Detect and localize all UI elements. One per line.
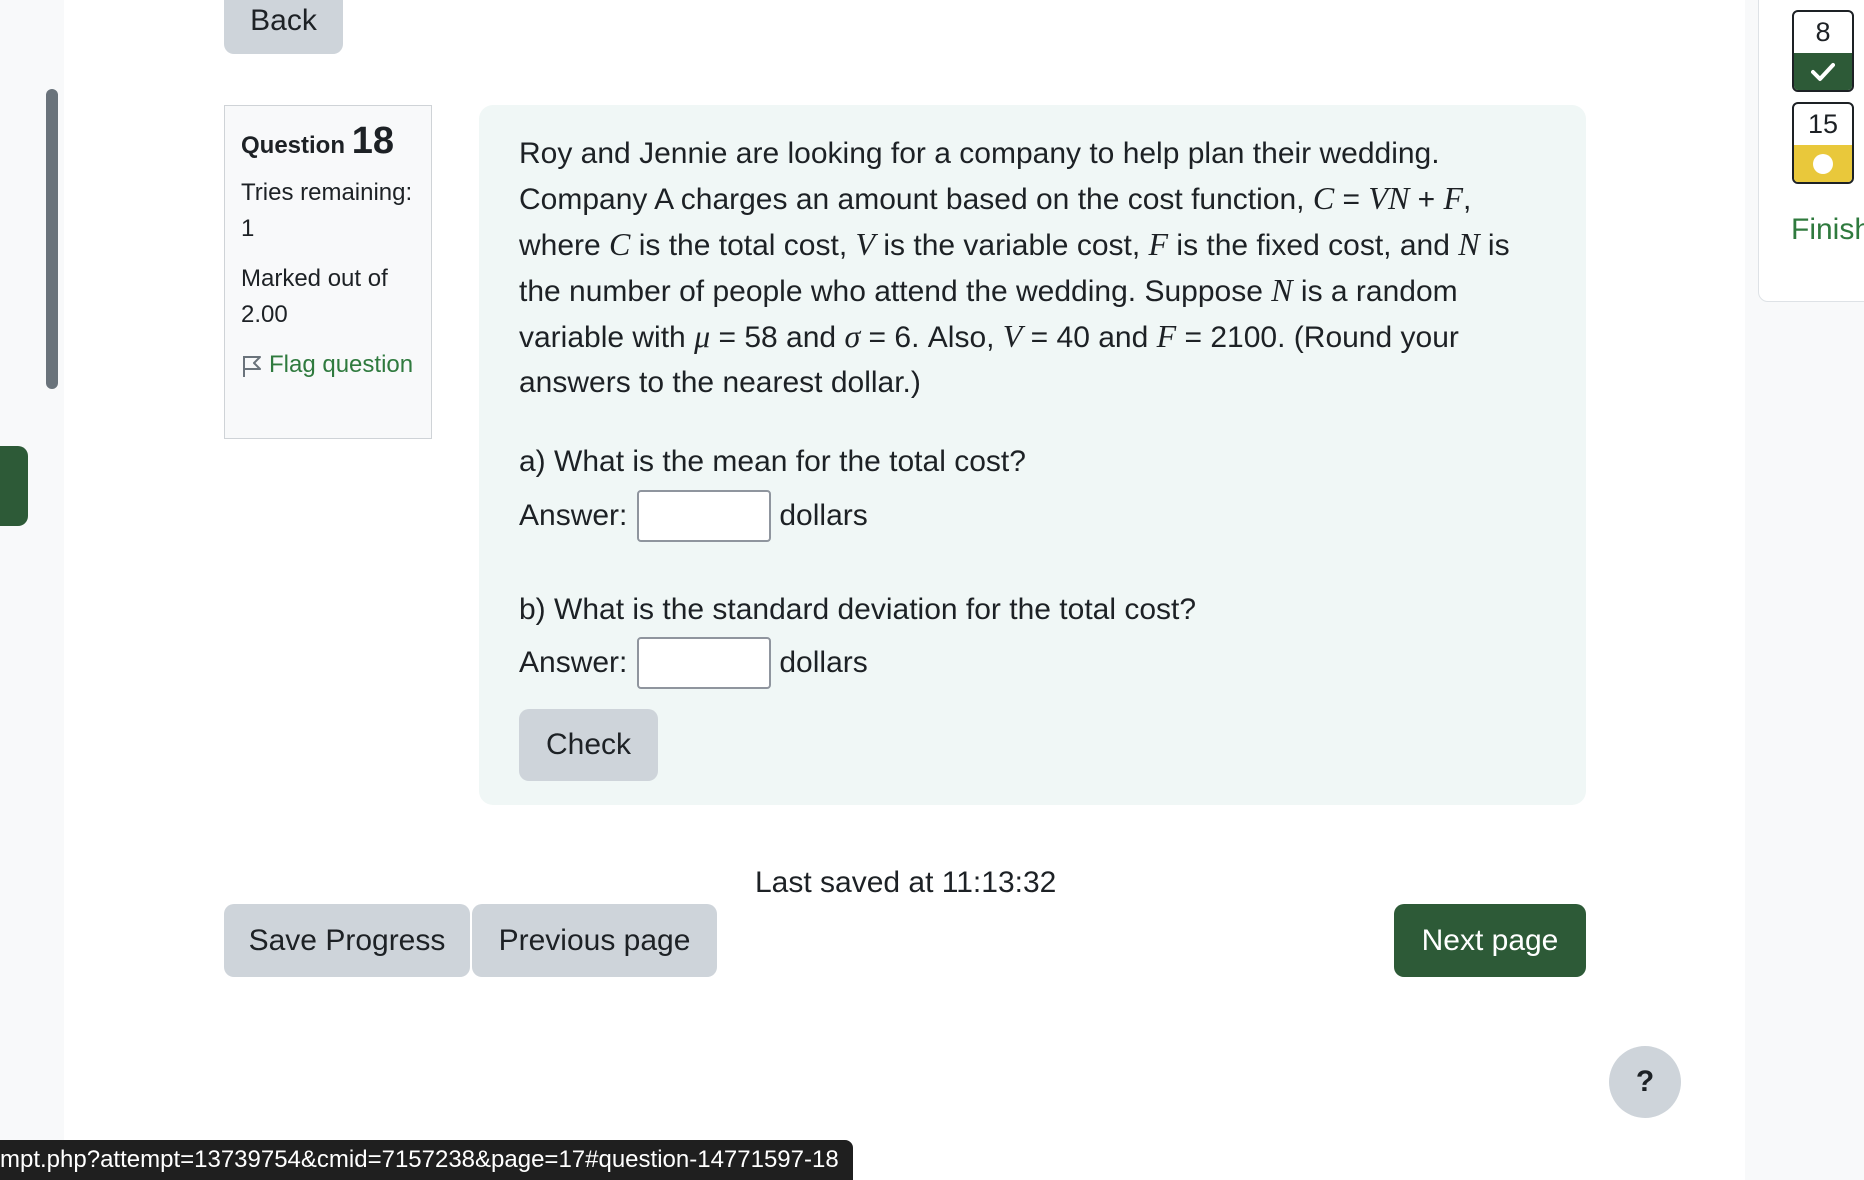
unit-label: dollars	[779, 499, 868, 532]
marked-out-of: Marked out of 2.00	[241, 265, 388, 328]
partial-state	[1794, 145, 1852, 182]
check-button[interactable]: Check	[519, 709, 658, 781]
correct-state	[1794, 53, 1852, 90]
question-heading: Question 18	[241, 120, 415, 163]
status-bar-url: mpt.php?attempt=13739754&cmid=7157238&pa…	[0, 1140, 853, 1180]
answer-label: Answer:	[519, 499, 628, 532]
flag-label: Flag question	[269, 351, 414, 378]
scrollbar-thumb[interactable]	[46, 89, 58, 389]
flag-question-link[interactable]: Flag question	[241, 347, 415, 383]
save-progress-button[interactable]: Save Progress	[224, 904, 470, 977]
tries-remaining: Tries remaining: 1	[241, 179, 413, 242]
question-label: Question	[241, 132, 346, 159]
dot-icon	[1813, 153, 1833, 174]
part-a-prompt: a) What is the mean for the total cost?	[519, 445, 1026, 478]
flag-icon	[243, 355, 261, 377]
answer-b-input[interactable]	[637, 637, 772, 689]
unit-label: dollars	[779, 646, 868, 679]
quiz-nav-question-8[interactable]: 8	[1792, 10, 1854, 92]
drawer-toggle-tab[interactable]	[0, 446, 28, 526]
question-text: Roy and Jennie are looking for a company…	[519, 137, 1510, 399]
answer-a-input[interactable]	[637, 490, 772, 542]
next-page-button[interactable]: Next page	[1394, 904, 1586, 977]
question-info-box: Question 18 Tries remaining: 1 Marked ou…	[224, 105, 432, 439]
checkmark-icon	[1811, 62, 1835, 81]
last-saved-status: Last saved at 11:13:32	[755, 866, 1057, 899]
quiz-nav-number: 8	[1815, 17, 1831, 47]
question-content: Roy and Jennie are looking for a company…	[479, 105, 1586, 805]
question-number: 18	[351, 120, 394, 162]
finish-attempt-link[interactable]: Finish	[1791, 213, 1864, 247]
quiz-nav-number: 15	[1807, 109, 1839, 139]
quiz-nav-question-15[interactable]: 15	[1792, 102, 1854, 184]
previous-page-button[interactable]: Previous page	[472, 904, 717, 977]
part-b-prompt: b) What is the standard deviation for th…	[519, 593, 1197, 626]
help-button[interactable]: ?	[1609, 1046, 1681, 1118]
answer-label: Answer:	[519, 646, 628, 679]
back-button[interactable]: Back	[224, 0, 343, 54]
answer-b-row: Answer: dollars	[519, 637, 868, 689]
answer-a-row: Answer: dollars	[519, 490, 868, 542]
